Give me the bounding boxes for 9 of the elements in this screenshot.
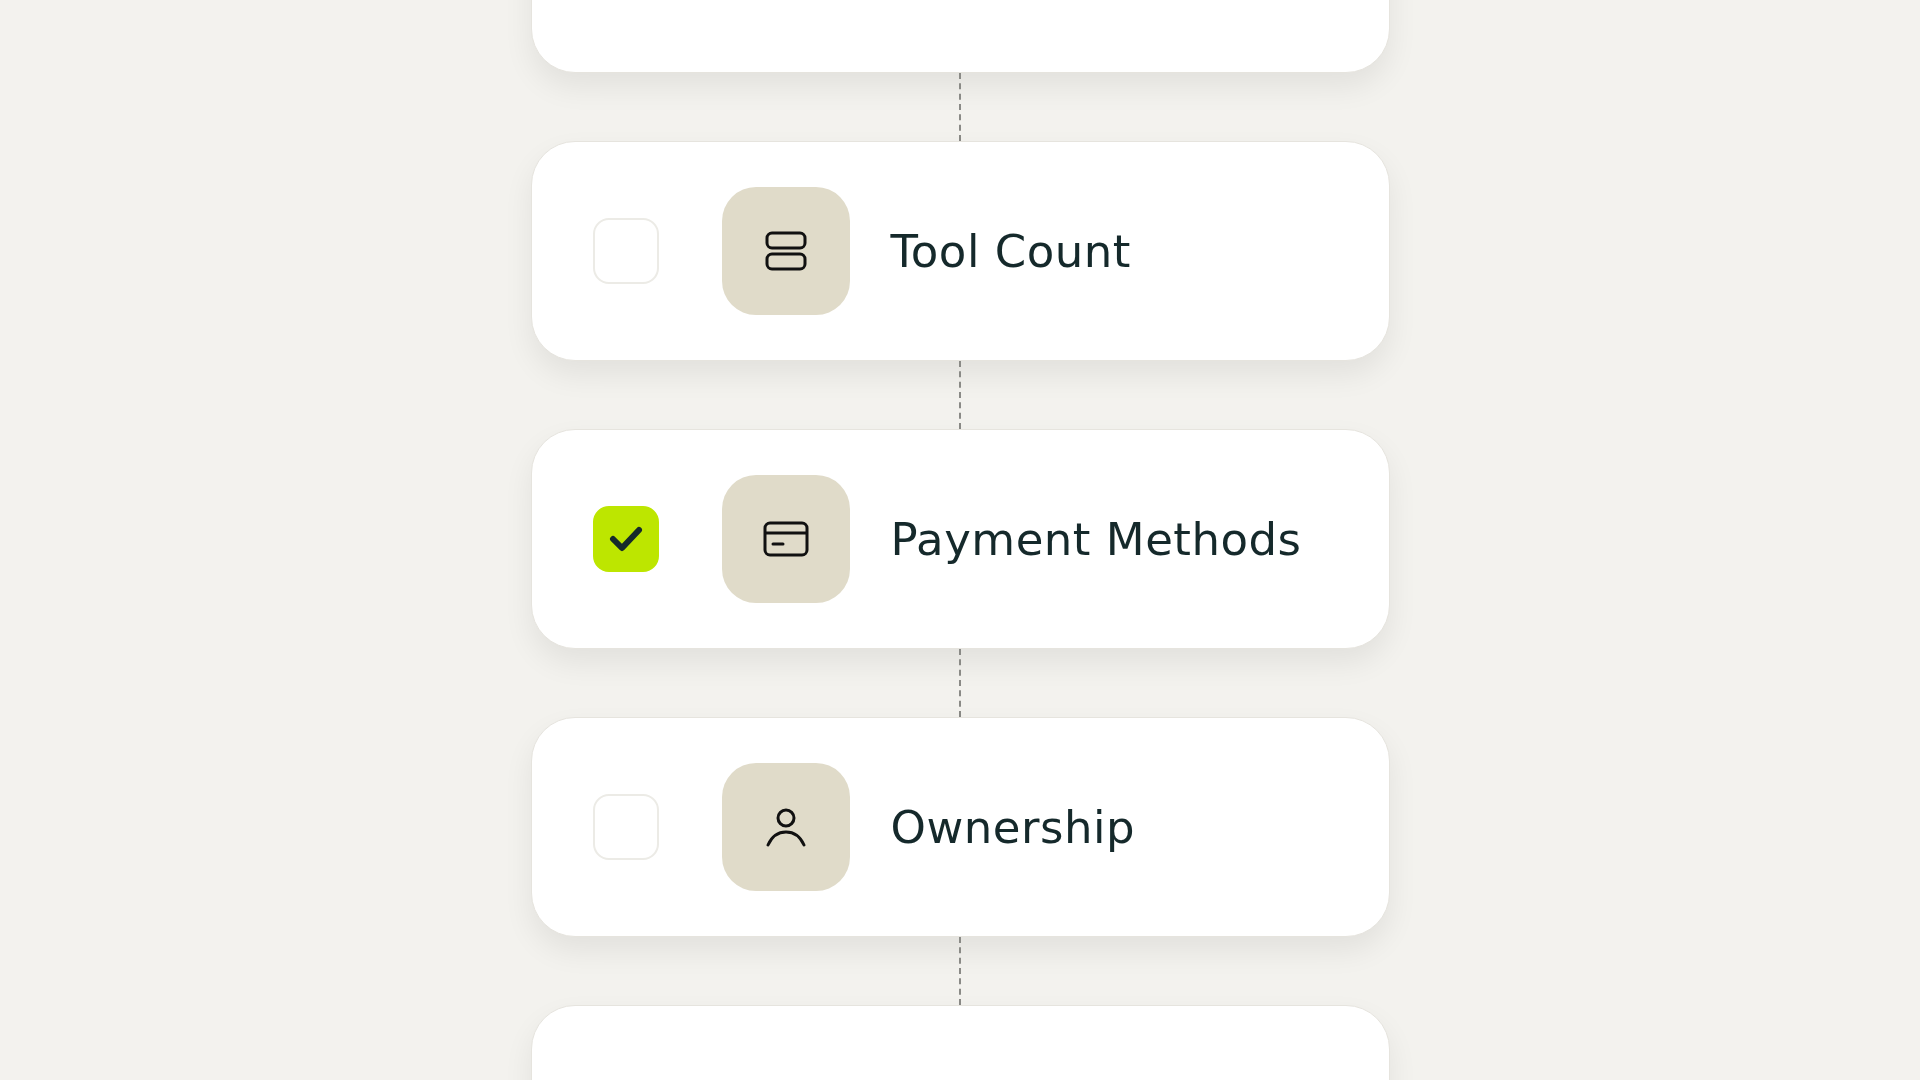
check-icon (608, 526, 643, 552)
credit-card-icon (762, 521, 809, 557)
checkbox[interactable] (592, 794, 659, 860)
stacked-rows-icon (763, 229, 808, 273)
step-label: Ownership (890, 800, 1135, 854)
step-label: Tool Count (890, 224, 1131, 278)
checkbox[interactable] (592, 506, 659, 572)
step-label: Payment Methods (890, 512, 1302, 566)
checkbox[interactable] (592, 218, 659, 284)
